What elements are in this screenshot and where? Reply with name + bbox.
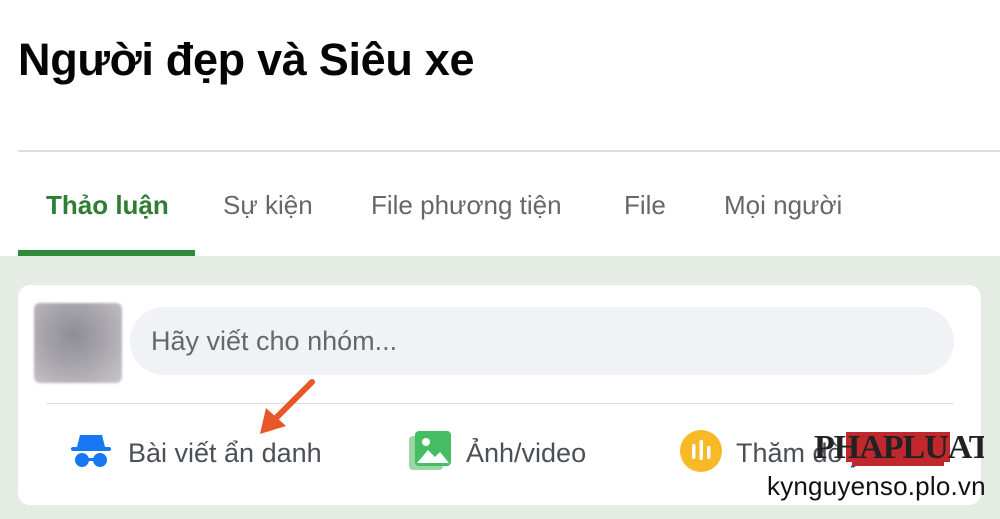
avatar[interactable] <box>34 303 122 383</box>
svg-text:PHAPLUAT: PHAPLUAT <box>814 429 984 466</box>
anonymous-incognito-icon <box>68 431 114 476</box>
write-post-input[interactable] <box>130 307 954 375</box>
tab-files[interactable]: File <box>624 190 666 221</box>
tab-events[interactable]: Sự kiện <box>223 190 313 221</box>
anonymous-post-button[interactable]: Bài viết ẩn danh <box>68 430 322 476</box>
group-tabs: Thảo luận Sự kiện File phương tiện File … <box>0 152 1000 256</box>
group-title: Người đẹp và Siêu xe <box>18 34 475 85</box>
red-arrow-annotation <box>260 379 315 434</box>
watermark-url: kynguyenso.plo.vn <box>767 471 986 501</box>
tab-discussion[interactable]: Thảo luận <box>46 190 169 221</box>
composer-divider <box>46 403 954 404</box>
anonymous-post-label: Bài viết ẩn danh <box>128 437 322 468</box>
tab-members[interactable]: Mọi người <box>724 190 842 221</box>
poll-icon <box>680 429 722 477</box>
photo-video-button[interactable]: Ảnh/video <box>408 430 586 476</box>
tab-media[interactable]: File phương tiện <box>371 190 562 221</box>
group-header: Người đẹp và Siêu xe <box>0 0 1000 152</box>
photo-video-label: Ảnh/video <box>466 437 587 468</box>
photo-video-icon <box>408 430 452 477</box>
phapluat-logo: PHAPLUAT <box>812 424 993 472</box>
